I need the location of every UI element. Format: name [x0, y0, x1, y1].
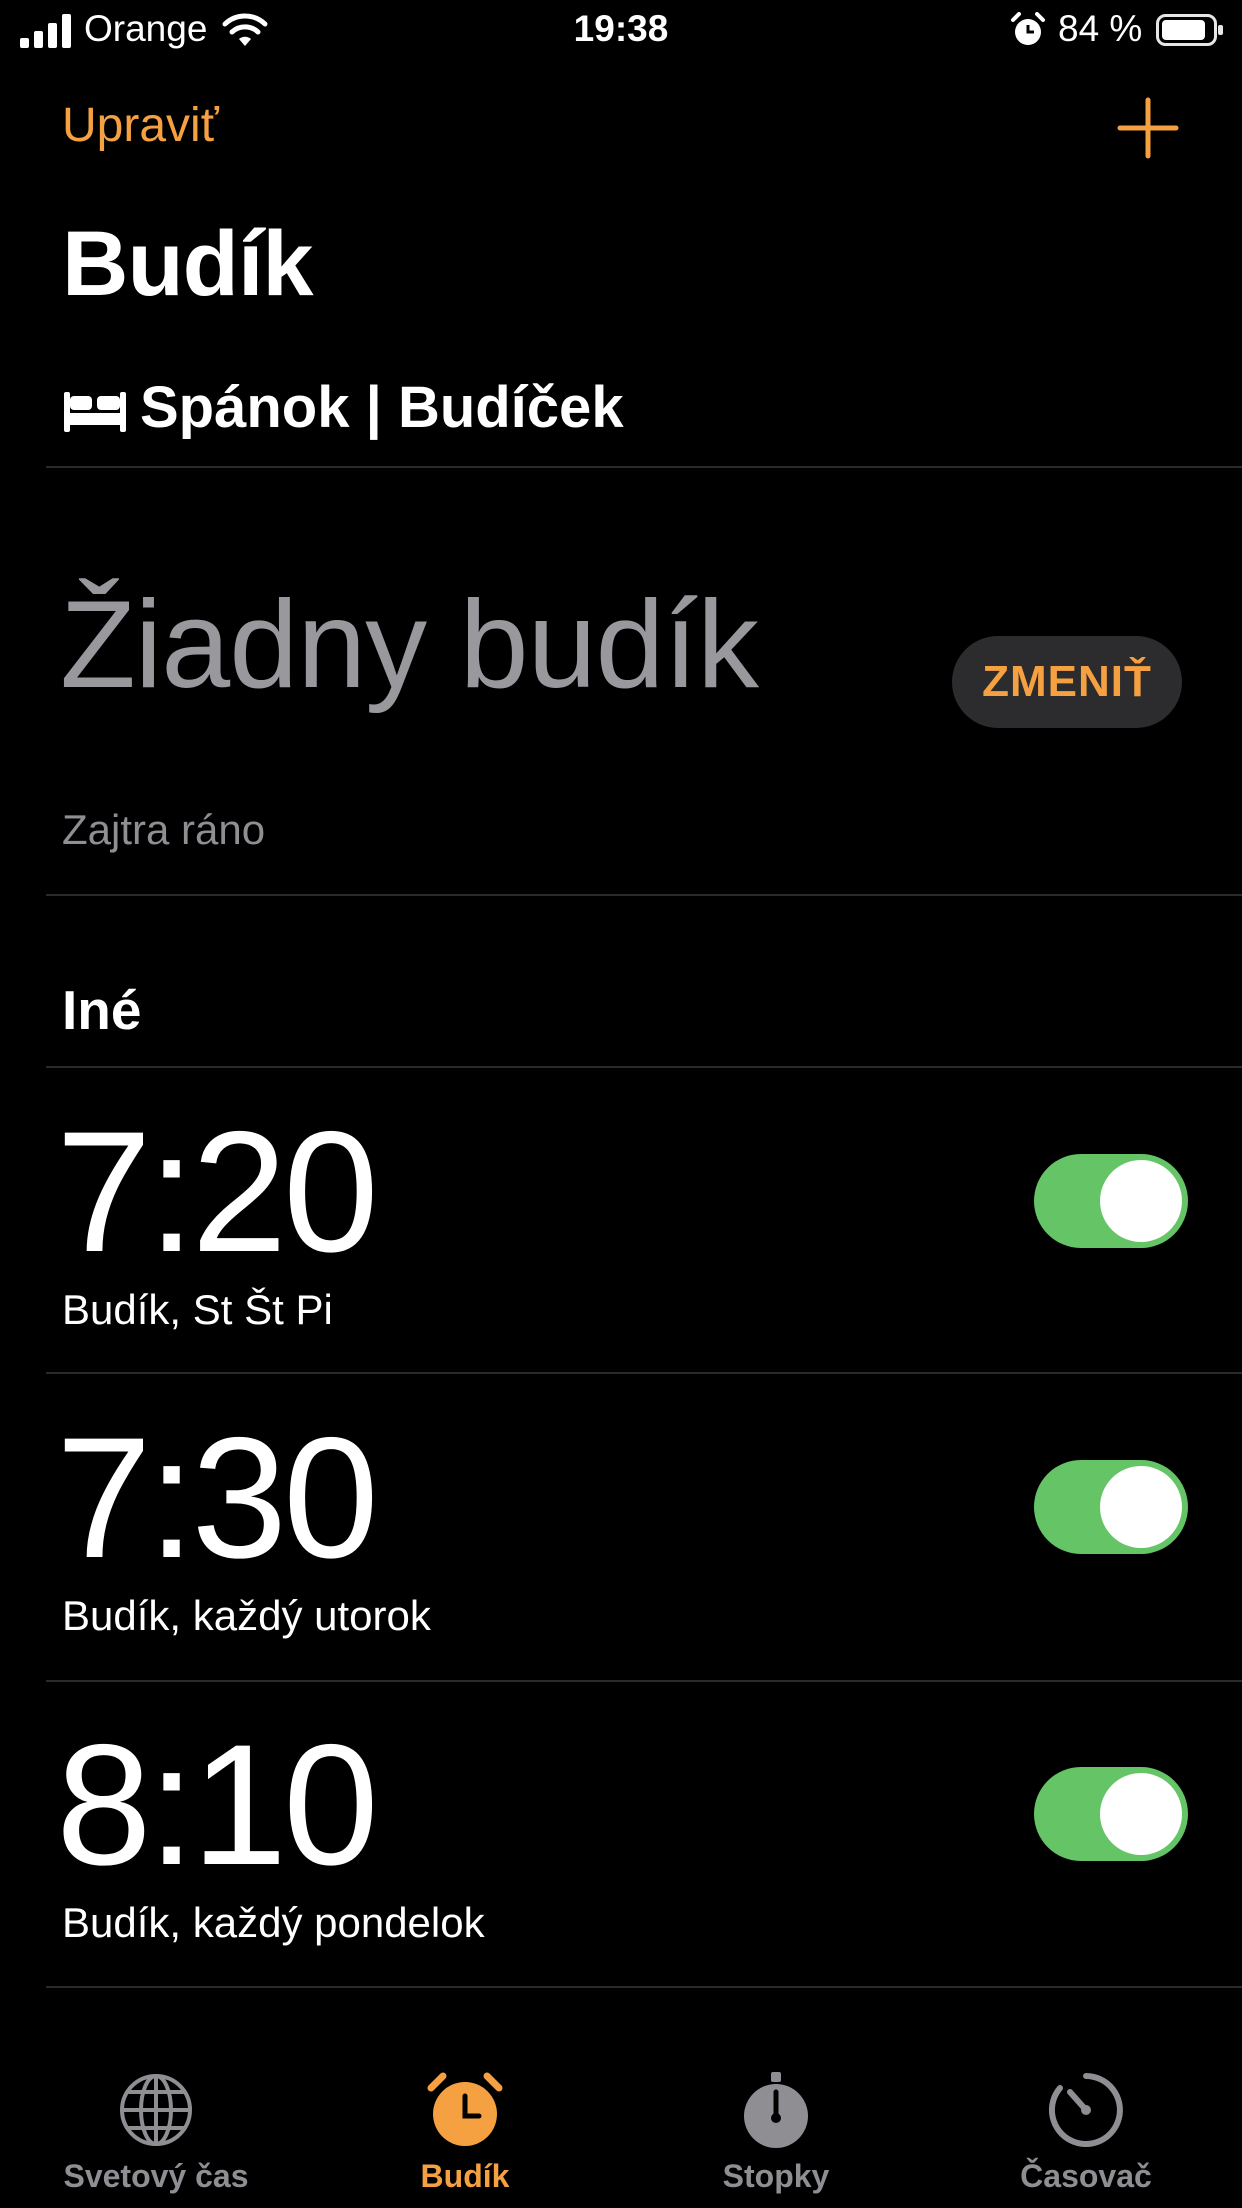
divider — [46, 894, 1242, 896]
toggle-knob — [1100, 1466, 1182, 1548]
change-button[interactable]: ZMENIŤ — [952, 636, 1182, 728]
tab-timer[interactable]: Časovač — [956, 2070, 1216, 2195]
globe-icon — [120, 2074, 192, 2146]
tab-label: Stopky — [722, 2158, 830, 2194]
status-bar: Orange 19:38 84 % — [0, 0, 1242, 62]
tab-label: Časovač — [1020, 2158, 1152, 2194]
tab-alarm[interactable]: Budík — [335, 2070, 595, 2195]
alarm-toggle[interactable] — [1034, 1460, 1188, 1554]
divider — [46, 1372, 1242, 1374]
alarm-clock-icon — [427, 2072, 503, 2146]
timer-icon — [1048, 2073, 1123, 2147]
alarm-status-icon — [1011, 12, 1045, 45]
divider — [46, 1066, 1242, 1068]
bed-icon — [64, 392, 126, 432]
alarm-time: 7:20 — [56, 1096, 379, 1288]
toggle-knob — [1100, 1160, 1182, 1242]
alarm-toggle[interactable] — [1034, 1154, 1188, 1248]
status-time: 19:38 — [573, 8, 669, 49]
stopwatch-icon — [744, 2072, 808, 2148]
edit-button[interactable]: Upraviť — [62, 98, 219, 153]
no-alarm-text: Žiadny budík — [60, 576, 759, 714]
tab-label: Svetový čas — [63, 2158, 249, 2194]
divider — [46, 1680, 1242, 1682]
page-title: Budík — [62, 213, 314, 315]
sleep-section-title: Spánok | Budíček — [140, 375, 624, 440]
add-alarm-button[interactable] — [1116, 96, 1180, 160]
battery-icon — [1156, 14, 1223, 46]
tab-stopwatch[interactable]: Stopky — [646, 2070, 906, 2195]
alarm-label: Budík, St Št Pi — [62, 1286, 333, 1333]
divider — [46, 1986, 1242, 1988]
alarm-time: 7:30 — [56, 1402, 379, 1594]
toggle-knob — [1100, 1773, 1182, 1855]
battery-percent: 84 % — [1058, 8, 1143, 49]
alarm-label: Budík, každý utorok — [62, 1592, 431, 1639]
alarm-label: Budík, každý pondelok — [62, 1899, 485, 1946]
tab-label: Budík — [420, 2158, 510, 2194]
alarm-toggle[interactable] — [1034, 1767, 1188, 1861]
alarm-time: 8:10 — [56, 1709, 379, 1901]
sleep-subtitle: Zajtra ráno — [62, 806, 266, 853]
tab-world-clock[interactable]: Svetový čas — [26, 2070, 286, 2195]
other-section-title: Iné — [62, 979, 142, 1041]
divider — [46, 466, 1242, 468]
